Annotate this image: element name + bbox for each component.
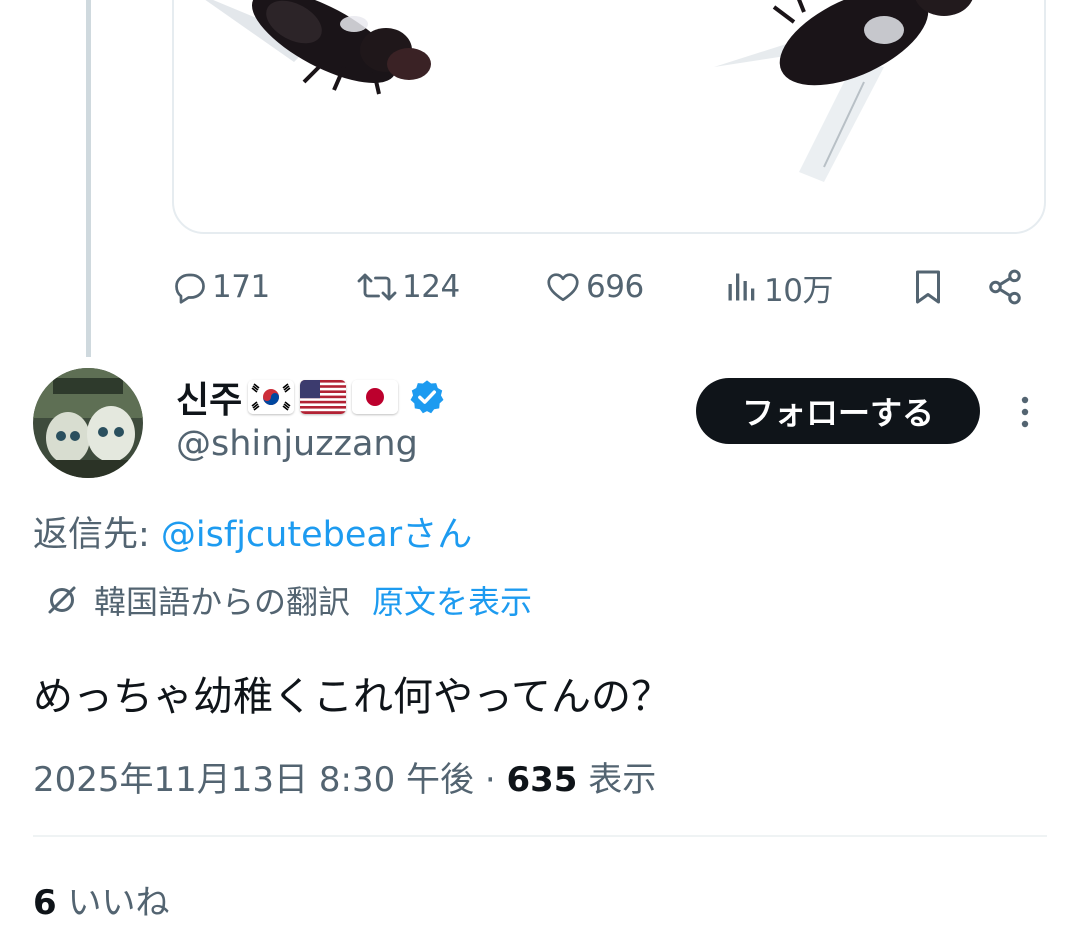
user-handle[interactable]: @shinjuzzang — [176, 424, 418, 464]
share-icon — [989, 269, 1021, 305]
tweet-timestamp[interactable]: 2025年11月13日 8:30 午後 — [33, 760, 474, 800]
likes-label: いいね — [56, 883, 170, 923]
avatar-image — [33, 368, 143, 478]
more-options-icon[interactable] — [1014, 392, 1036, 432]
tweet-media-image[interactable] — [172, 0, 1046, 234]
likes-count: 6 — [33, 883, 57, 923]
reply-to-suffix: さん — [402, 515, 473, 555]
flag-emojis — [248, 380, 399, 414]
japan-flag-icon — [352, 380, 399, 414]
flies-image — [205, 0, 973, 182]
retweet-count: 124 — [402, 269, 460, 305]
retweet-button[interactable]: 124 — [356, 262, 460, 312]
heart-icon — [547, 273, 579, 302]
verified-badge-icon — [410, 380, 444, 414]
usa-flag-icon — [300, 380, 347, 414]
retweet-icon — [357, 273, 397, 301]
thread-line — [86, 0, 91, 357]
views-button[interactable]: 10万 — [724, 262, 833, 312]
tweet-views-label: 表示 — [577, 760, 657, 800]
bookmark-button[interactable] — [910, 262, 946, 312]
bookmark-icon — [916, 270, 940, 304]
tweet-meta: 2025年11月13日 8:30 午後 · 635 表示 — [33, 752, 656, 801]
avatar[interactable] — [33, 368, 143, 478]
show-original-link[interactable]: 原文を表示 — [372, 577, 532, 623]
divider — [33, 835, 1047, 837]
reply-count: 171 — [212, 269, 270, 305]
reply-to-mention[interactable]: @isfjcutebear — [161, 515, 402, 555]
reply-icon — [175, 273, 205, 304]
reply-button[interactable]: 171 — [172, 262, 270, 312]
tweet-text: めっちゃ幼稚くこれ何やってんの？ — [33, 674, 671, 720]
tweet-action-bar: 171 124 696 10万 — [172, 262, 1032, 312]
south-korea-flag-icon — [248, 380, 295, 414]
display-name: 신주 — [176, 380, 243, 421]
share-button[interactable] — [986, 262, 1024, 312]
translation-row: 韓国語からの翻訳 原文を表示 — [44, 576, 532, 624]
tweet-views-count: 635 — [506, 760, 578, 800]
translate-icon — [48, 586, 76, 614]
views-count: 10万 — [764, 272, 833, 309]
likes-summary[interactable]: 6 いいね — [33, 875, 169, 924]
analytics-icon — [728, 273, 755, 301]
like-count: 696 — [586, 269, 644, 305]
display-name-row[interactable]: 신주 — [176, 372, 446, 422]
meta-separator: · — [474, 760, 507, 800]
like-button[interactable]: 696 — [544, 262, 644, 312]
translation-label: 韓国語からの翻訳 — [94, 583, 351, 621]
follow-button[interactable]: フォローする — [696, 378, 980, 444]
reply-to-line: 返信先: @isfjcutebearさん — [33, 506, 472, 557]
reply-to-label: 返信先: — [33, 515, 161, 555]
